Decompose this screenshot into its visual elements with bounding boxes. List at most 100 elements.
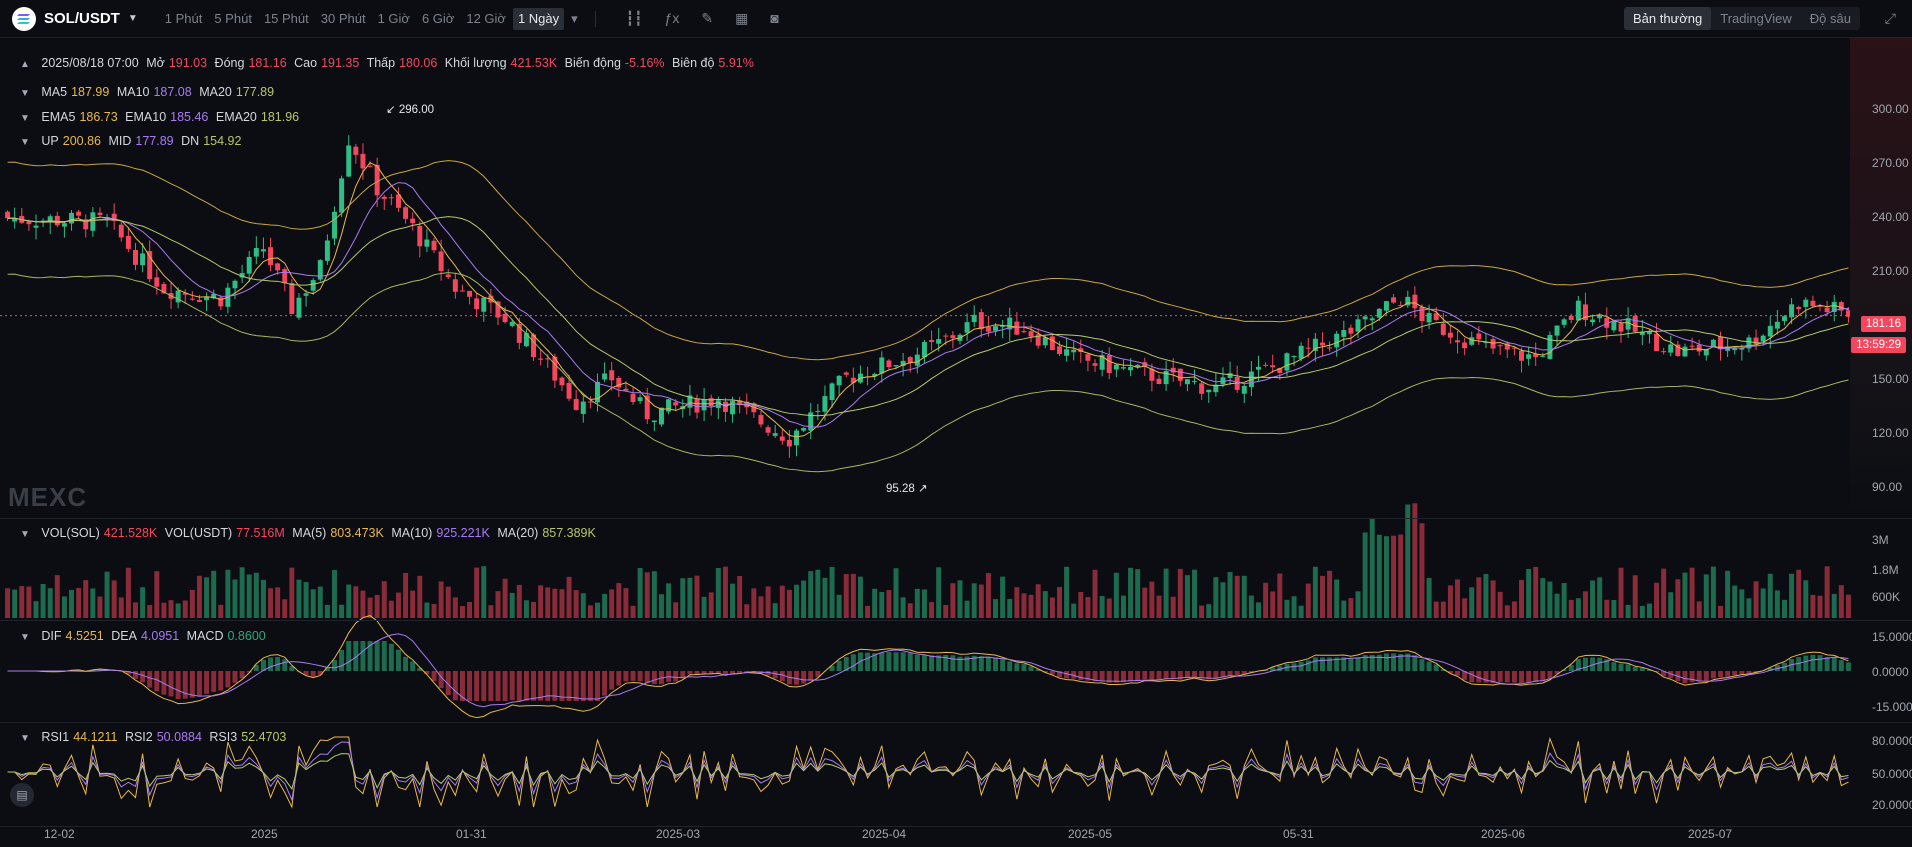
panel-divider[interactable] <box>0 518 1912 519</box>
panel-divider[interactable] <box>0 620 1912 621</box>
volume-bar <box>538 585 544 618</box>
candle-body <box>1028 331 1034 337</box>
macd-histogram-bar <box>395 649 401 671</box>
interval-5m[interactable]: 5 Phút <box>209 8 257 30</box>
candlestick-chart-canvas[interactable] <box>0 0 1912 847</box>
volume-legend: ▼ VOL(SOL) 421.528K VOL(USDT) 77.516M MA(5… <box>20 526 600 540</box>
volume-bar <box>552 588 558 618</box>
interval-dropdown-icon[interactable]: ▾ <box>566 8 583 30</box>
candle-body <box>1305 347 1311 349</box>
candle-body <box>1412 294 1418 309</box>
symbol-name[interactable]: SOL/USDT <box>44 10 120 27</box>
rsi1-value: 44.1211 <box>73 730 118 744</box>
candle-body <box>1284 353 1290 371</box>
time-tick: 05-31 <box>1283 827 1314 841</box>
view-depth[interactable]: Độ sâu <box>1801 7 1860 30</box>
price-axis[interactable]: 300.00 270.00 240.00 210.00 150.00 120.0… <box>1852 38 1912 518</box>
macd-histogram-bar <box>481 671 487 701</box>
volume-bar <box>1334 579 1340 618</box>
volume-bar <box>1376 534 1382 618</box>
candle-body <box>502 313 508 323</box>
macd-histogram-bar <box>957 656 963 671</box>
candle-body <box>815 410 821 412</box>
volume-bar <box>893 568 899 618</box>
macd-histogram-bar <box>850 654 856 671</box>
macd-histogram-bar <box>1426 661 1432 671</box>
collapse-chevron-icon[interactable]: ▼ <box>20 137 30 148</box>
view-tradingview[interactable]: TradingView <box>1711 7 1801 30</box>
chart-high-value: 296.00 <box>398 104 435 116</box>
collapse-chevron-icon[interactable]: ▼ <box>20 88 30 99</box>
collapse-chevron-icon[interactable]: ▲ <box>20 59 30 70</box>
rsi3-label: RSI3 <box>209 730 238 744</box>
boll-lower-line <box>7 272 1849 473</box>
macd-histogram-bar <box>1128 671 1134 682</box>
volume-bar <box>609 589 615 618</box>
ema20-value: 181.96 <box>260 110 300 124</box>
macd-histogram-bar <box>985 656 991 671</box>
candle-body <box>1590 319 1596 323</box>
low-value: 180.06 <box>399 56 438 70</box>
fullscreen-icon[interactable]: ⤢ <box>1885 10 1896 27</box>
candle-body <box>1369 318 1375 321</box>
macd-histogram-bar <box>332 659 337 671</box>
interval-15m[interactable]: 15 Phút <box>259 8 314 30</box>
candle-body <box>978 312 984 330</box>
collapse-chevron-icon[interactable]: ▼ <box>20 733 30 744</box>
candle-body <box>1348 327 1354 334</box>
candle-body <box>722 401 728 412</box>
volume-bar <box>843 574 849 618</box>
candle-body <box>140 253 146 266</box>
collapse-chevron-icon[interactable]: ▼ <box>20 632 30 643</box>
view-standard[interactable]: Bản thường <box>1623 7 1712 30</box>
macd-histogram-bar <box>1732 671 1738 676</box>
volume-bar <box>1661 568 1667 618</box>
volume-bar <box>1412 503 1418 618</box>
open-label: Mở <box>146 56 165 70</box>
change-label: Biến động <box>564 56 621 70</box>
candle-body <box>651 420 657 423</box>
candle-body <box>1526 354 1532 359</box>
indicator-icon[interactable]: ƒx <box>665 10 680 27</box>
candle-body <box>317 260 323 280</box>
candle-body <box>1021 331 1027 333</box>
dea-label: DEA <box>111 629 137 643</box>
candle-type-icon[interactable]: ┇┇ <box>626 10 643 27</box>
macd-histogram-bar <box>730 671 736 674</box>
high-value: 191.35 <box>321 56 360 70</box>
open-value: 191.03 <box>168 56 208 70</box>
volume-bar <box>1327 570 1333 618</box>
time-axis[interactable]: 12-02 2025 01-31 2025-03 2025-04 2025-05… <box>0 827 1860 845</box>
candle-body <box>1092 363 1098 366</box>
volume-bar <box>1675 579 1681 618</box>
candle-body <box>5 211 11 219</box>
ema10-value: 185.46 <box>170 110 209 124</box>
macd-histogram-bar <box>467 671 473 701</box>
interval-1m[interactable]: 1 Phút <box>160 8 208 30</box>
collapse-chevron-icon[interactable]: ▼ <box>20 113 30 124</box>
candle-body <box>993 326 999 331</box>
interval-6h[interactable]: 6 Giờ <box>417 8 459 30</box>
volume-bar <box>431 603 437 618</box>
volume-bar <box>1511 601 1517 618</box>
interval-30m[interactable]: 30 Phút <box>316 8 371 30</box>
interval-12h[interactable]: 12 Giờ <box>461 8 511 30</box>
draw-pencil-icon[interactable]: ✎ <box>701 10 713 27</box>
calculator-icon[interactable]: ▤ <box>10 783 34 807</box>
volume-bar <box>815 569 821 618</box>
interval-1h[interactable]: 1 Giờ <box>373 8 415 30</box>
volume-bar <box>1476 577 1482 618</box>
collapse-chevron-icon[interactable]: ▼ <box>20 529 30 540</box>
volume-bar <box>346 584 352 618</box>
layout-grid-icon[interactable]: ▦ <box>735 10 748 27</box>
candle-body <box>1177 368 1183 381</box>
candle-body <box>1426 313 1432 323</box>
vol-ma5-label: MA(5) <box>292 526 327 540</box>
camera-icon[interactable]: ◙ <box>770 10 778 27</box>
candle-body <box>360 153 366 169</box>
panel-divider[interactable] <box>0 722 1912 723</box>
volume-bar <box>360 590 366 618</box>
candle-body <box>133 250 138 265</box>
symbol-dropdown-icon[interactable]: ▼ <box>128 13 138 24</box>
interval-1d[interactable]: 1 Ngày <box>512 7 565 30</box>
